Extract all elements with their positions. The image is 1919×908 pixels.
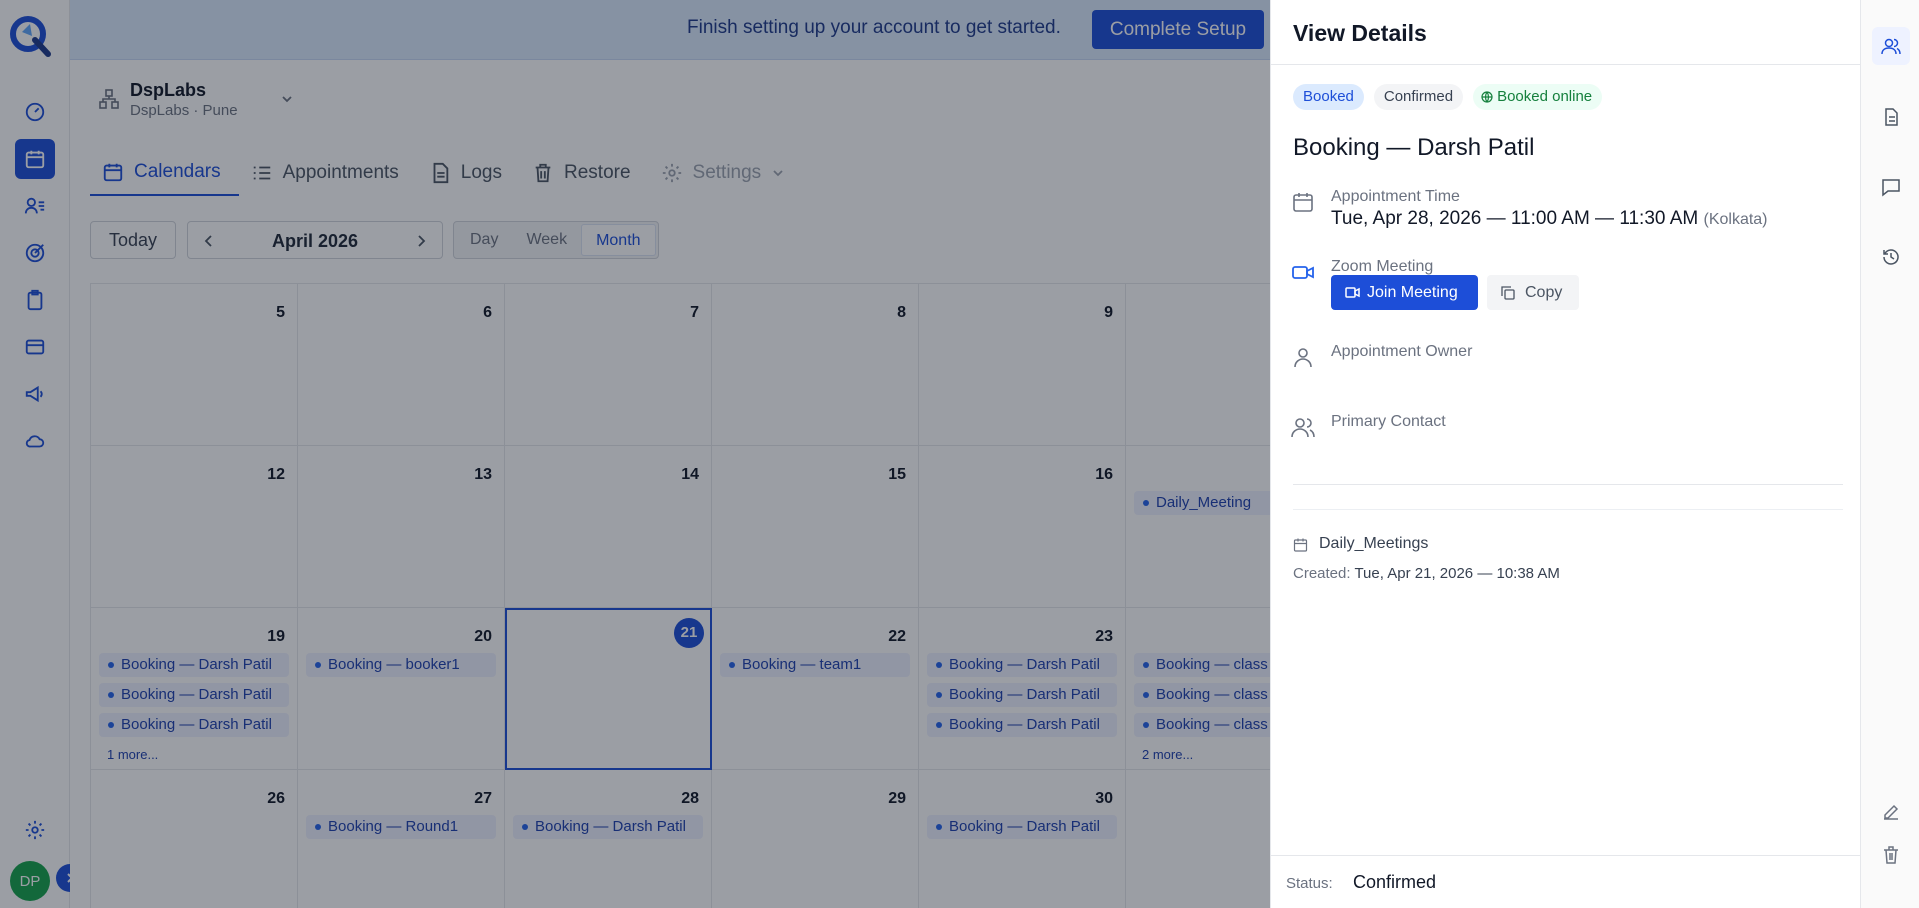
globe-icon bbox=[1481, 91, 1493, 103]
details-panel-button[interactable] bbox=[1872, 27, 1910, 65]
drawer-title: View Details bbox=[1293, 20, 1427, 46]
button-label: Join Meeting bbox=[1367, 284, 1458, 301]
user-icon bbox=[1294, 348, 1312, 368]
video-icon bbox=[1345, 287, 1360, 298]
time-range: Tue, Apr 28, 2026 — 11:00 AM — 11:30 AM bbox=[1331, 208, 1699, 229]
calendar-reference: Daily_Meetings bbox=[1293, 535, 1428, 553]
divider bbox=[1293, 509, 1843, 510]
view-details-drawer: View Details Booked Confirmed Booked onl… bbox=[1270, 0, 1860, 908]
history-icon bbox=[1883, 249, 1899, 265]
calendar-icon bbox=[1293, 538, 1308, 552]
button-label: Copy bbox=[1525, 284, 1563, 301]
timezone-label: (Kolkata) bbox=[1703, 211, 1768, 228]
booked-badge: Booked bbox=[1293, 84, 1364, 110]
appointment-time-value: Tue, Apr 28, 2026 — 11:00 AM — 11:30 AM … bbox=[1331, 208, 1768, 230]
join-meeting-button[interactable]: Join Meeting bbox=[1331, 275, 1478, 310]
booking-title: Booking — Darsh Patil bbox=[1293, 134, 1535, 161]
status-badges: Booked Confirmed Booked online bbox=[1293, 84, 1603, 110]
field-label: Zoom Meeting bbox=[1331, 258, 1434, 275]
field-label: Appointment Time bbox=[1331, 188, 1460, 205]
calendar-name: Daily_Meetings bbox=[1319, 535, 1429, 552]
chat-icon bbox=[1882, 179, 1900, 197]
created-info: Created: Tue, Apr 21, 2026 — 10:38 AM bbox=[1293, 565, 1560, 582]
drawer-footer: Status: Confirmed bbox=[1271, 855, 1860, 908]
status-label: Status: bbox=[1286, 875, 1333, 892]
field-label: Primary Contact bbox=[1331, 413, 1446, 430]
field-label: Appointment Owner bbox=[1331, 343, 1473, 360]
badge-label: Booked online bbox=[1497, 88, 1593, 105]
document-icon bbox=[1885, 108, 1898, 126]
confirmed-badge: Confirmed bbox=[1373, 84, 1464, 110]
modal-backdrop[interactable] bbox=[0, 0, 1270, 908]
copy-icon bbox=[1501, 286, 1515, 300]
users-icon bbox=[1881, 38, 1901, 55]
drawer-side-rail bbox=[1860, 0, 1919, 908]
history-panel-button[interactable] bbox=[1872, 238, 1910, 276]
edit-button[interactable] bbox=[1872, 793, 1910, 831]
copy-link-button[interactable]: Copy bbox=[1487, 275, 1579, 310]
divider bbox=[1271, 64, 1860, 65]
created-label: Created: bbox=[1293, 565, 1351, 582]
edit-icon bbox=[1884, 804, 1899, 820]
trash-icon bbox=[1884, 846, 1898, 864]
calendar-icon bbox=[1293, 193, 1313, 212]
delete-button[interactable] bbox=[1872, 836, 1910, 874]
users-icon bbox=[1291, 418, 1315, 438]
video-icon bbox=[1292, 266, 1314, 279]
comments-panel-button[interactable] bbox=[1872, 168, 1910, 206]
divider bbox=[1293, 484, 1843, 485]
notes-panel-button[interactable] bbox=[1872, 98, 1910, 136]
booked-online-badge: Booked online bbox=[1473, 84, 1603, 110]
status-dropdown[interactable]: Confirmed bbox=[1353, 872, 1436, 893]
created-value: Tue, Apr 21, 2026 — 10:38 AM bbox=[1354, 565, 1560, 582]
